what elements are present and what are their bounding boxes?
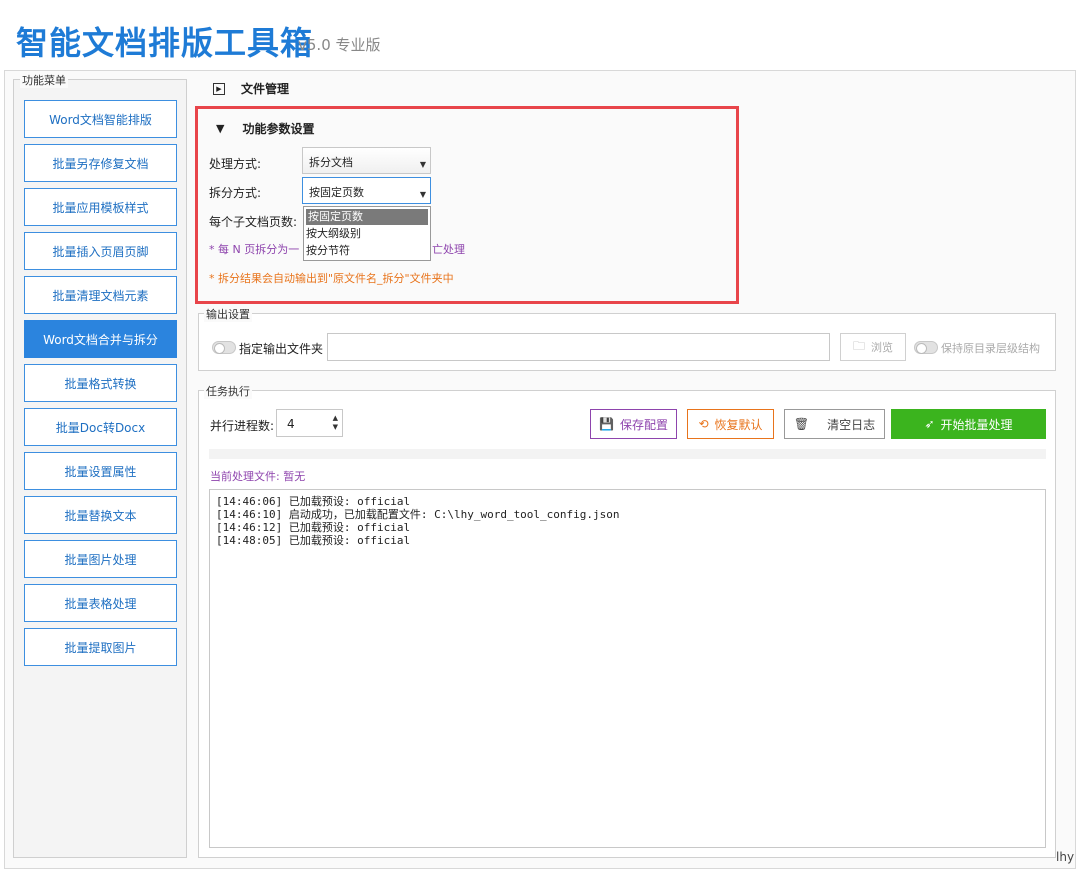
progress-bar [209, 449, 1046, 459]
output-folder-input[interactable] [327, 333, 830, 361]
log-line: [14:46:10] 启动成功，已加载配置文件: C:\lhy_word_too… [216, 508, 620, 521]
menu-item[interactable]: 批量提取图片 [24, 628, 177, 666]
chevron-down-icon: ▼ [419, 190, 426, 199]
menu-item[interactable]: 批量替换文本 [24, 496, 177, 534]
menu-legend: 功能菜单 [20, 72, 68, 88]
file-management-header[interactable]: ▶ 文件管理 [213, 80, 289, 97]
app-version: v5.0 专业版 [298, 36, 381, 54]
menu-item[interactable]: 批量Doc转Docx [24, 408, 177, 446]
folder-icon: 🗀 [852, 338, 865, 353]
params-title: 功能参数设置 [242, 122, 315, 136]
spin-arrows-icon[interactable]: ▲ ▼ [333, 414, 338, 432]
save-config-button[interactable]: 💾 保存配置 [590, 409, 677, 439]
menu-item[interactable]: 批量表格处理 [24, 584, 177, 622]
log-line: [14:46:12] 已加载预设: official [216, 521, 411, 534]
split-dropdown-list: 按固定页数 按大纲级别 按分节符 [303, 206, 431, 261]
menu-item[interactable]: Word文档智能排版 [24, 100, 177, 138]
corner-watermark: lhy [1056, 850, 1075, 864]
start-batch-button[interactable]: ➶ 开始批量处理 [891, 409, 1046, 439]
expand-icon: ▶ [213, 82, 225, 95]
menu-item[interactable]: Word文档合并与拆分 [24, 320, 177, 358]
dropdown-option[interactable]: 按固定页数 [306, 209, 428, 225]
process-combo[interactable]: 拆分文档 ▼ [302, 147, 431, 174]
start-batch-label: 开始批量处理 [940, 417, 1013, 432]
log-line: [14:46:06] 已加载预设: official [216, 495, 411, 508]
threads-label: 并行进程数: [210, 419, 275, 433]
task-legend: 任务执行 [204, 383, 252, 399]
trash-icon: 🗑 [793, 417, 810, 431]
restore-icon: ⟲ [698, 417, 709, 431]
output-legend: 输出设置 [204, 306, 252, 322]
current-file-label: 当前处理文件: 暂无 [210, 470, 306, 483]
menu-item[interactable]: 批量清理文档元素 [24, 276, 177, 314]
save-config-label: 保存配置 [619, 417, 668, 432]
restore-default-label: 恢复默认 [714, 417, 763, 432]
threads-spinbox[interactable]: 4 ▲ ▼ [276, 409, 343, 437]
output-folder-label: 指定输出文件夹 [239, 342, 324, 356]
file-management-title: 文件管理 [241, 82, 290, 96]
process-value: 拆分文档 [309, 156, 353, 169]
log-area[interactable]: [14:46:06] 已加载预设: official [14:46:10] 启动… [209, 489, 1046, 848]
dropdown-option[interactable]: 按分节符 [304, 243, 430, 259]
menu-item[interactable]: 批量插入页眉页脚 [24, 232, 177, 270]
pages-label: 每个子文档页数: [209, 215, 298, 229]
threads-value: 4 [287, 417, 295, 431]
process-label: 处理方式: [209, 157, 262, 171]
dropdown-option[interactable]: 按大纲级别 [304, 226, 430, 242]
browse-button[interactable]: 🗀 浏览 [840, 333, 906, 361]
chevron-down-icon: ▼ [419, 160, 426, 169]
keep-structure-label: 保持原目录层级结构 [941, 342, 1040, 355]
menu-item[interactable]: 批量另存修复文档 [24, 144, 177, 182]
app-title: 智能文档排版工具箱 [16, 24, 314, 62]
menu-item[interactable]: 批量图片处理 [24, 540, 177, 578]
clear-log-button[interactable]: 🗑 清空日志 [784, 409, 885, 439]
split-label: 拆分方式: [209, 186, 262, 200]
note-orange: * 拆分结果会自动输出到"原文件名_拆分"文件夹中 [209, 272, 454, 285]
menu-item[interactable]: 批量设置属性 [24, 452, 177, 490]
note-purple-tail: 亡处理 [432, 243, 465, 256]
clear-log-label: 清空日志 [827, 417, 876, 432]
params-header[interactable]: ▼ 功能参数设置 [216, 120, 314, 137]
log-line: [14:48:05] 已加载预设: official [216, 534, 411, 547]
restore-default-button[interactable]: ⟲ 恢复默认 [687, 409, 774, 439]
note-purple: * 每 N 页拆分为一 [209, 243, 300, 256]
collapse-icon: ▼ [216, 122, 225, 135]
split-value: 按固定页数 [309, 186, 364, 199]
split-combo[interactable]: 按固定页数 ▼ [302, 177, 431, 204]
output-folder-toggle[interactable] [212, 341, 236, 354]
keep-structure-toggle[interactable] [914, 341, 938, 354]
browse-label: 浏览 [871, 341, 893, 354]
rocket-icon: ➶ [924, 417, 935, 431]
save-icon: 💾 [599, 417, 614, 431]
menu-item[interactable]: 批量应用模板样式 [24, 188, 177, 226]
menu-item[interactable]: 批量格式转换 [24, 364, 177, 402]
